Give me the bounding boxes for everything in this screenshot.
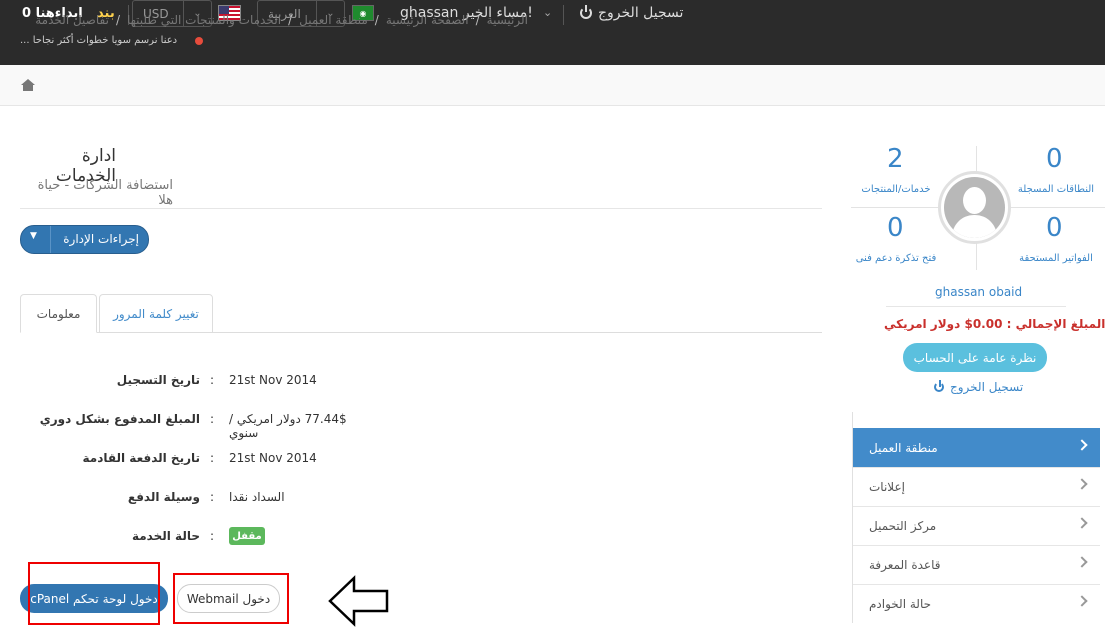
sidebar-menu: منطقة العميل إعلانات مركز التحميل قاعدة … bbox=[852, 412, 1100, 623]
recurring-amount-label: المبلغ المدفوع بشكل دوري bbox=[39, 412, 200, 426]
power-icon bbox=[934, 380, 944, 392]
annotation-box bbox=[173, 573, 289, 624]
breadcrumb-item[interactable]: الخدمات والمنتجات التي طلبتها bbox=[122, 13, 286, 27]
chevron-right-icon bbox=[1076, 517, 1088, 529]
sidebar-item-label: مركز التحميل bbox=[869, 519, 937, 533]
divider bbox=[20, 208, 822, 209]
breadcrumb-item[interactable]: الرئيسية bbox=[482, 13, 533, 27]
services-label[interactable]: خدمات/المنتجات bbox=[856, 184, 936, 195]
sidebar-item-knowledgebase[interactable]: قاعدة المعرفة bbox=[853, 545, 1100, 584]
chevron-right-icon bbox=[1076, 439, 1088, 451]
services-count[interactable]: 2 bbox=[887, 144, 904, 174]
alert-dot-icon bbox=[195, 37, 203, 45]
account-overview-button[interactable]: نظرة عامة على الحساب bbox=[903, 343, 1047, 372]
colon: : bbox=[210, 529, 215, 543]
payment-method-value: السداد نقدا bbox=[229, 490, 285, 504]
sidebar-item-label: إعلانات bbox=[869, 480, 905, 494]
chevron-right-icon bbox=[1076, 478, 1088, 490]
logout-label: تسجيل الخروج bbox=[598, 5, 684, 21]
news-ticker: ... دعنا نرسم سويا خطوات أكثر نجاحا bbox=[20, 35, 178, 46]
breadcrumb-item[interactable]: منطقة العميل bbox=[294, 13, 373, 27]
divider bbox=[886, 306, 1066, 307]
annotation-box bbox=[28, 562, 160, 625]
tickets-count[interactable]: 0 bbox=[887, 213, 904, 243]
management-actions-button[interactable]: إجراءات الإدارة ▼ bbox=[20, 225, 149, 254]
management-actions-label: إجراءات الإدارة bbox=[63, 232, 139, 246]
sidebar-item-downloads[interactable]: مركز التحميل bbox=[853, 506, 1100, 545]
avatar bbox=[938, 171, 1011, 244]
page-subtitle: استضافة الشركات - حياة هلا bbox=[37, 178, 173, 208]
annotation-arrow-icon bbox=[328, 575, 389, 627]
breadcrumb: الرئيسية / الصفحة الرئيسية / منطقة العميل /… bbox=[30, 13, 533, 27]
top-navbar: ابداءهنا 0 بند USD ⌄ العربية ⌄ ◉ !مساء ا… bbox=[0, 0, 1105, 65]
tab-change-password[interactable]: تغيير كلمة المرور bbox=[99, 294, 213, 333]
invoices-label[interactable]: الفواتير المستحقة bbox=[1013, 253, 1099, 264]
sidebar-logout-label: تسجيل الخروج bbox=[950, 380, 1024, 394]
payment-method-label: وسيلة الدفع bbox=[127, 490, 200, 504]
sidebar-item-label: منطقة العميل bbox=[869, 441, 938, 455]
colon: : bbox=[210, 373, 215, 387]
colon: : bbox=[210, 451, 215, 465]
sidebar-item-server-status[interactable]: حالة الخوادم bbox=[853, 584, 1100, 623]
chevron-right-icon bbox=[1076, 595, 1088, 607]
domains-label[interactable]: النطاقات المسجلة bbox=[1013, 184, 1099, 195]
breadcrumb-current: تفاصيل الخدمة bbox=[35, 13, 109, 27]
chevron-down-icon[interactable]: ⌄ bbox=[543, 6, 552, 19]
sidebar-item-announcements[interactable]: إعلانات bbox=[853, 467, 1100, 506]
logout-link[interactable]: تسجيل الخروج bbox=[580, 5, 683, 21]
divider bbox=[50, 226, 51, 253]
status-badge: مقفل bbox=[229, 527, 265, 545]
invoices-count[interactable]: 0 bbox=[1046, 213, 1063, 243]
tickets-label[interactable]: فتح تذكرة دعم فنى bbox=[850, 253, 942, 264]
breadcrumb-item[interactable]: الصفحة الرئيسية bbox=[381, 13, 474, 27]
divider bbox=[563, 5, 564, 25]
home-icon bbox=[21, 79, 35, 92]
next-due-label: تاريخ الدفعة القادمة bbox=[82, 451, 200, 465]
username-link[interactable]: ghassan obaid bbox=[935, 285, 1022, 299]
tab-info[interactable]: معلومات bbox=[20, 294, 97, 333]
colon: : bbox=[210, 412, 215, 426]
sidebar-item-client-area[interactable]: منطقة العميل bbox=[853, 428, 1100, 467]
service-status-label: حالة الخدمة bbox=[131, 529, 200, 543]
chevron-down-icon[interactable]: ▼ bbox=[30, 231, 37, 241]
recurring-amount-value: 77.44$ دولار امريكي / سنوي bbox=[229, 412, 347, 440]
next-due-value: 21st Nov 2014 bbox=[229, 451, 317, 465]
account-total: المبلغ الإجمالي : 0.00$ دولار امريكي bbox=[884, 317, 1105, 331]
reg-date-value: 21st Nov 2014 bbox=[229, 373, 317, 387]
chevron-right-icon bbox=[1076, 556, 1088, 568]
domains-count[interactable]: 0 bbox=[1046, 144, 1063, 174]
breadcrumb-bar bbox=[0, 65, 1105, 106]
power-icon bbox=[580, 5, 592, 19]
reg-date-label: تاريخ التسجيل bbox=[116, 373, 200, 387]
tabs-divider bbox=[20, 332, 822, 333]
sidebar-item-label: حالة الخوادم bbox=[869, 597, 932, 611]
colon: : bbox=[210, 490, 215, 504]
sidebar-logout-link[interactable]: تسجيل الخروج bbox=[934, 380, 1023, 394]
sidebar-item-label: قاعدة المعرفة bbox=[869, 558, 941, 572]
